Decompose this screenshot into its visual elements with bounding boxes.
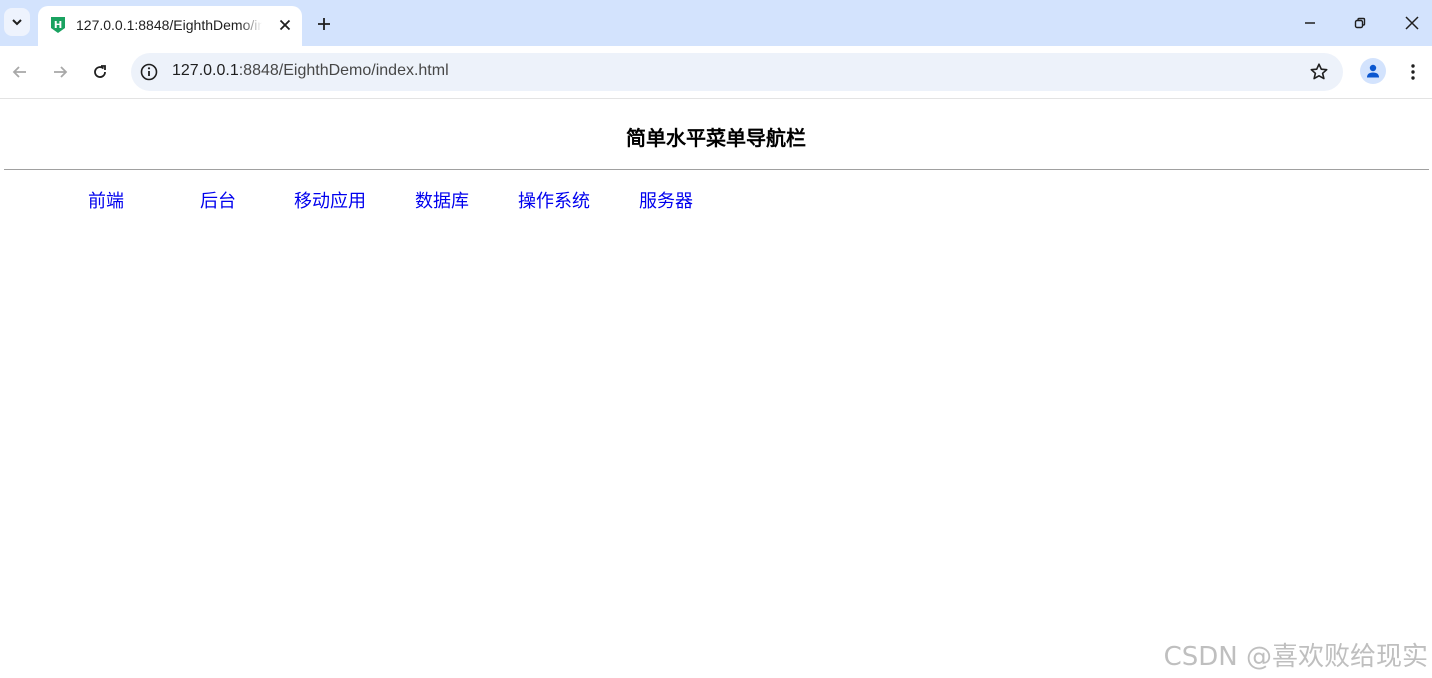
star-icon[interactable] (1309, 62, 1329, 82)
nav-item: 后台 (162, 188, 274, 216)
back-button[interactable] (6, 58, 34, 86)
nav-item: 操作系统 (498, 188, 610, 216)
chevron-down-icon (12, 19, 22, 26)
nav-link-database[interactable]: 数据库 (415, 191, 469, 212)
plus-icon (318, 18, 330, 30)
nav-item: 数据库 (386, 188, 498, 216)
reload-button[interactable] (86, 58, 114, 86)
person-icon (1367, 64, 1379, 78)
restore-button[interactable] (1334, 0, 1386, 46)
close-icon (1405, 16, 1419, 30)
new-tab-button[interactable] (312, 12, 336, 36)
nav-link-server[interactable]: 服务器 (639, 191, 693, 212)
close-window-button[interactable] (1386, 0, 1432, 46)
arrow-right-icon (54, 66, 68, 78)
page-title: 简单水平菜单导航栏 (626, 126, 806, 150)
browser-menu-button[interactable] (1402, 58, 1424, 86)
profile-button[interactable] (1360, 58, 1386, 84)
url-path: :8848/EighthDemo/index.html (238, 62, 449, 79)
more-vert-icon (1411, 64, 1415, 80)
nav-link-frontend[interactable]: 前端 (88, 191, 124, 212)
forward-button[interactable] (46, 58, 74, 86)
url-text[interactable]: 127.0.0.1:8848/EighthDemo/index.html (172, 62, 449, 80)
hbuilder-favicon-icon: H (51, 17, 65, 33)
nav-item: 前端 (50, 188, 162, 216)
info-icon[interactable] (140, 63, 158, 81)
nav-item: 服务器 (610, 188, 722, 216)
nav-link-backend[interactable]: 后台 (200, 191, 236, 212)
svg-text:H: H (54, 20, 62, 31)
minimize-button[interactable] (1284, 0, 1336, 46)
tab-close-button[interactable] (274, 14, 296, 36)
nav-link-mobile[interactable]: 移动应用 (294, 191, 366, 212)
browser-toolbar: 127.0.0.1:8848/EighthDemo/index.html (0, 46, 1432, 99)
csdn-watermark: CSDN @喜欢败给现实 (1163, 642, 1428, 672)
nav-link-os[interactable]: 操作系统 (518, 191, 590, 212)
tab-title: 127.0.0.1:8848/EighthDemo/index.html (76, 17, 262, 33)
active-tab[interactable]: H 127.0.0.1:8848/EighthDemo/index.html (38, 6, 302, 46)
horizontal-nav-menu: 前端 后台 移动应用 数据库 操作系统 服务器 (50, 188, 722, 216)
tab-search-button[interactable] (4, 8, 30, 36)
nav-item: 移动应用 (274, 188, 386, 216)
close-icon (279, 19, 291, 31)
minimize-icon (1305, 22, 1315, 24)
url-host: 127.0.0.1 (172, 62, 239, 79)
reload-icon (94, 65, 106, 78)
arrow-left-icon (12, 66, 26, 78)
restore-icon (1354, 17, 1366, 29)
address-bar[interactable]: 127.0.0.1:8848/EighthDemo/index.html (131, 53, 1343, 91)
horizontal-rule (4, 169, 1429, 170)
tab-strip: H 127.0.0.1:8848/EighthDemo/index.html (0, 0, 1432, 46)
